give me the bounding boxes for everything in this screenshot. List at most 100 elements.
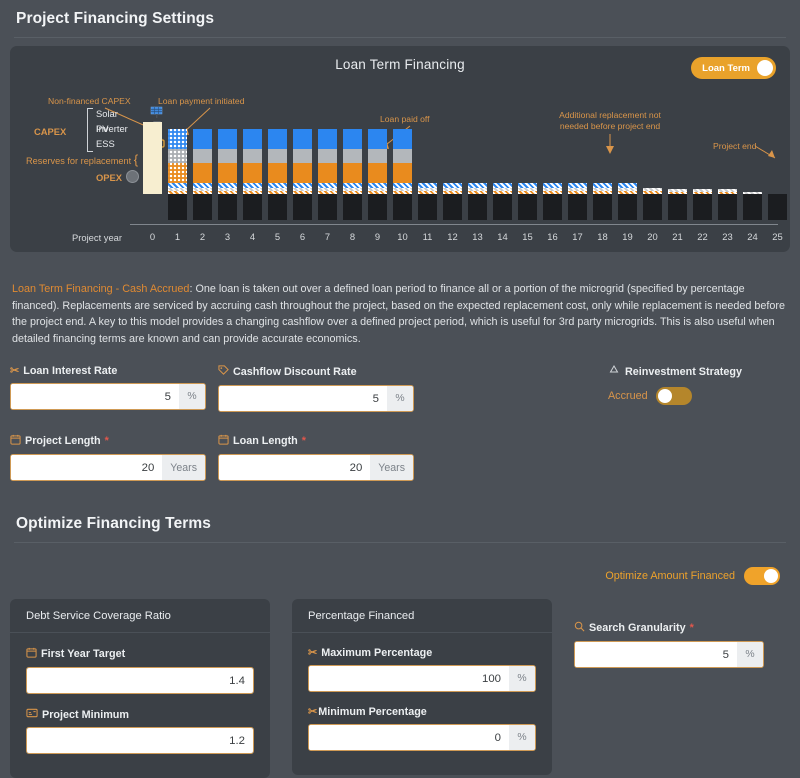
bar-year-19 [618, 183, 637, 220]
project-minimum-field[interactable]: 1.2 [26, 727, 254, 754]
x-tick-16: 16 [547, 231, 558, 242]
page-title: Project Financing Settings [16, 10, 215, 27]
bar-year-22 [693, 189, 712, 220]
field-group-cashflow-discount-rate: Cashflow Discount Rate 5 % [218, 365, 414, 412]
pct-card-title: Percentage Financed [292, 599, 552, 633]
percent-icon: ✂ [10, 364, 20, 377]
reinvestment-strategy-group: Reinvestment Strategy Accrued [608, 365, 742, 405]
dscr-card-body: First Year Target 1.4 Project Minimum 1.… [10, 633, 270, 754]
loan-term-toggle-label: Loan Term [702, 62, 750, 74]
bar-year-13 [468, 183, 487, 220]
x-tick-14: 14 [497, 231, 508, 242]
bar-year-1 [168, 129, 187, 220]
chart-bars [143, 86, 787, 252]
x-tick-0: 0 [149, 231, 156, 242]
cashflow-discount-rate-input[interactable]: 5 [219, 386, 387, 411]
project-length-input[interactable]: 20 [11, 455, 163, 480]
search-granularity-input[interactable]: 5 [575, 642, 737, 667]
bar-year-0 [143, 122, 162, 194]
x-tick-11: 11 [422, 231, 433, 242]
x-tick-8: 8 [349, 231, 356, 242]
bar-year-10 [393, 129, 412, 220]
financing-form: ✂ Loan Interest Rate 5 % Cashflow Discou… [10, 365, 790, 481]
x-tick-6: 6 [299, 231, 306, 242]
calendar-icon [26, 647, 37, 661]
optimize-amount-financed-row: Optimize Amount Financed [0, 543, 800, 585]
minimum-percentage-suffix: % [509, 725, 535, 750]
calendar-icon [10, 434, 21, 448]
optimize-amount-financed-switch[interactable] [744, 567, 780, 585]
card-icon [26, 708, 38, 721]
opex-label: OPEX [96, 172, 123, 183]
maximum-percentage-suffix: % [509, 666, 535, 691]
maximum-percentage-label: ✂ Maximum Percentage [308, 647, 536, 659]
x-tick-2: 2 [199, 231, 206, 242]
bar-year-17 [568, 183, 587, 220]
first-year-target-input[interactable]: 1.4 [27, 668, 253, 693]
optimize-section-title: Optimize Financing Terms [16, 515, 212, 532]
minimum-percentage-input[interactable]: 0 [309, 725, 509, 750]
loan-length-suffix: Years [370, 455, 413, 480]
legend-item-inverter: Inverter [96, 123, 128, 134]
minimum-percentage-label: ✂ Minimum Percentage [308, 706, 536, 718]
project-minimum-input[interactable]: 1.2 [27, 728, 253, 753]
optimize-cards: Debt Service Coverage Ratio First Year T… [0, 585, 800, 778]
cashflow-discount-rate-label: Cashflow Discount Rate [218, 365, 414, 379]
project-length-field[interactable]: 20 Years [10, 454, 206, 481]
cashflow-discount-rate-field[interactable]: 5 % [218, 385, 414, 412]
minimum-percentage-field[interactable]: 0 % [308, 724, 536, 751]
search-granularity-suffix: % [737, 642, 763, 667]
x-tick-21: 21 [672, 231, 683, 242]
reserves-for-replacement-label: Reserves for replacement { [26, 152, 139, 167]
reinvestment-strategy-label: Reinvestment Strategy [608, 365, 742, 379]
legend-brace [87, 108, 93, 152]
x-tick-17: 17 [572, 231, 583, 242]
loan-interest-rate-label: ✂ Loan Interest Rate [10, 365, 206, 377]
x-tick-22: 22 [697, 231, 708, 242]
x-tick-15: 15 [522, 231, 533, 242]
project-length-label-text: Project Length [25, 435, 101, 447]
field-group-loan-interest-rate: ✂ Loan Interest Rate 5 % [10, 365, 206, 412]
bar-year-4 [243, 129, 262, 220]
bar-year-7 [318, 129, 337, 220]
percentage-financed-card: Percentage Financed ✂ Maximum Percentage… [292, 599, 552, 775]
opex-info-icon [126, 170, 139, 183]
loan-interest-rate-suffix: % [179, 384, 205, 409]
loan-term-toggle[interactable]: Loan Term [691, 57, 776, 79]
search-granularity-label: Search Granularity * [574, 621, 764, 635]
legend-item-solar-pv: Solar PV [96, 108, 118, 134]
bar-year-14 [493, 183, 512, 220]
x-tick-4: 4 [249, 231, 256, 242]
debt-service-coverage-ratio-card: Debt Service Coverage Ratio First Year T… [10, 599, 270, 778]
x-tick-13: 13 [472, 231, 483, 242]
loan-length-input[interactable]: 20 [219, 455, 371, 480]
bar-year-24 [743, 192, 762, 220]
bar-year-15 [518, 183, 537, 220]
search-granularity-label-text: Search Granularity [589, 622, 686, 634]
maximum-percentage-input[interactable]: 100 [309, 666, 509, 691]
maximum-percentage-label-text: Maximum Percentage [321, 647, 433, 659]
loan-term-toggle-knob [757, 60, 773, 76]
bar-year-6 [293, 129, 312, 220]
loan-term-financing-chart-panel: Loan Term Financing Loan Term Non-financ… [10, 46, 790, 252]
loan-length-field[interactable]: 20 Years [218, 454, 414, 481]
project-length-required-mark: * [104, 435, 109, 447]
legend-item-ess: ESS [96, 138, 115, 149]
reinvestment-strategy-switch[interactable] [655, 387, 692, 405]
bar-year-2 [193, 129, 212, 220]
dscr-card-title: Debt Service Coverage Ratio [10, 599, 270, 633]
bar-year-18 [593, 183, 612, 220]
project-length-label: Project Length * [10, 434, 206, 448]
maximum-percentage-field[interactable]: 100 % [308, 665, 536, 692]
legend-capex-label: CAPEX [34, 126, 67, 137]
first-year-target-field[interactable]: 1.4 [26, 667, 254, 694]
field-group-loan-length: Loan Length * 20 Years [218, 434, 414, 481]
search-icon [574, 621, 585, 635]
search-granularity-field[interactable]: 5 % [574, 641, 764, 668]
loan-interest-rate-input[interactable]: 5 [11, 384, 179, 409]
percent-icon: ✂ [308, 646, 318, 659]
field-group-project-length: Project Length * 20 Years [10, 434, 206, 481]
loan-interest-rate-field[interactable]: 5 % [10, 383, 206, 410]
x-tick-7: 7 [324, 231, 331, 242]
bar-year-9 [368, 129, 387, 220]
